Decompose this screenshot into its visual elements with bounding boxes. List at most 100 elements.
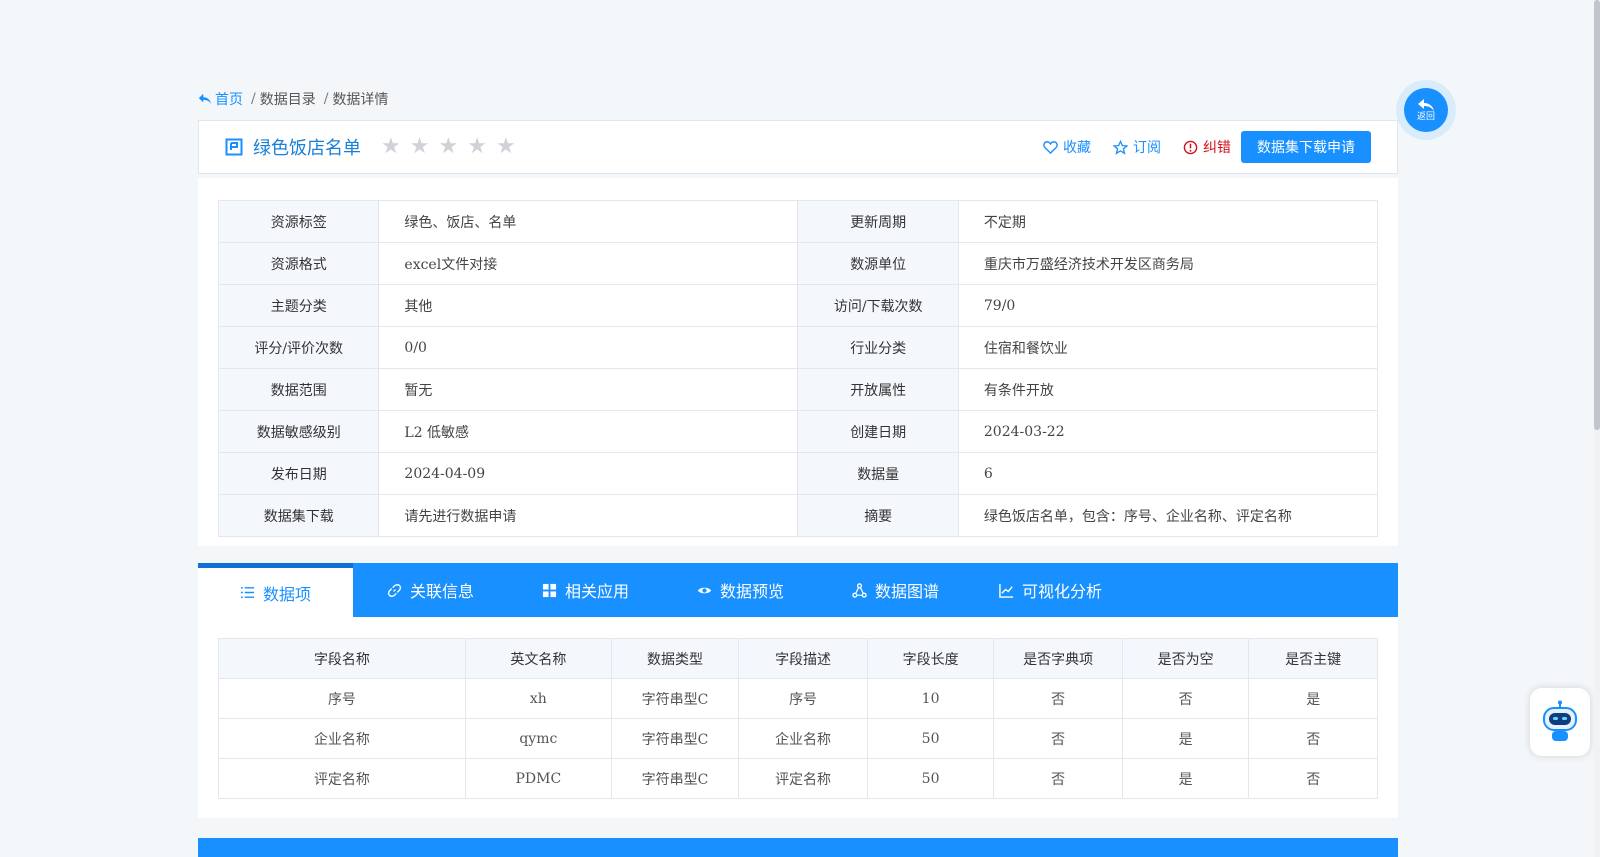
info-value: 其他	[378, 284, 799, 327]
grid-icon	[542, 583, 557, 597]
header-actions: 收藏 订阅 纠错 数据集下载申请	[1021, 131, 1371, 163]
tab-related-apps[interactable]: 相关应用	[508, 563, 663, 617]
eye-icon	[697, 587, 712, 593]
table-cell: 字符串型C	[610, 758, 740, 799]
info-row: 资源标签 绿色、饭店、名单 更新周期 不定期	[217, 200, 1379, 243]
star-outline-icon	[1113, 139, 1128, 155]
table-cell: 否	[993, 718, 1123, 759]
list-icon	[240, 587, 255, 598]
star-icon[interactable]: ★	[410, 136, 430, 158]
info-value: 0/0	[378, 326, 799, 369]
info-key: 创建日期	[797, 410, 959, 453]
info-value: 不定期	[957, 200, 1379, 243]
dataset-header: 绿色饭店名单 ★ ★ ★ ★ ★ 收藏 订阅 纠错 数据集下载申请	[198, 120, 1398, 174]
info-value: 有条件开放	[957, 368, 1379, 411]
info-row: 数据集下载 请先进行数据申请 摘要 绿色饭店名单，包含：序号、企业名称、评定名称	[217, 494, 1379, 537]
tab-label: 数据图谱	[874, 582, 939, 601]
tab-data-items[interactable]: 数据项	[198, 563, 353, 617]
subscribe-button[interactable]: 订阅	[1113, 137, 1161, 157]
table-cell: 是	[1121, 718, 1250, 759]
table-cell: 企业名称	[218, 718, 466, 759]
star-icon[interactable]: ★	[438, 136, 458, 158]
graph-icon	[852, 582, 867, 598]
info-value: excel文件对接	[378, 242, 799, 285]
assistant-robot-button[interactable]	[1530, 688, 1590, 756]
rating-stars[interactable]: ★ ★ ★ ★ ★	[381, 136, 516, 158]
info-row: 发布日期 2024-04-09 数据量 6	[217, 452, 1379, 495]
table-cell: 否	[1248, 718, 1378, 759]
tab-related-info[interactable]: 关联信息	[353, 563, 508, 617]
info-value: 绿色饭店名单，包含：序号、企业名称、评定名称	[957, 494, 1379, 537]
tab-label: 数据预览	[719, 582, 784, 601]
info-key: 数源单位	[797, 242, 959, 285]
table-cell: 50	[866, 758, 995, 799]
column-header: 数据类型	[610, 638, 740, 679]
table-cell: 企业名称	[738, 718, 868, 759]
info-table: 资源标签 绿色、饭店、名单 更新周期 不定期 资源格式 excel文件对接 数源单位 重庆市万…	[217, 200, 1379, 537]
page-scrollbar[interactable]	[1594, 0, 1600, 857]
table-cell: 50	[866, 718, 995, 759]
back-button-inner[interactable]: 返回	[1404, 88, 1448, 132]
info-row: 数据敏感级别 L2 低敏感 创建日期 2024-03-22	[217, 410, 1379, 453]
info-value: L2 低敏感	[378, 410, 799, 453]
info-key: 数据敏感级别	[217, 410, 380, 453]
link-icon	[387, 583, 402, 597]
robot-icon	[1543, 700, 1577, 741]
info-key: 更新周期	[797, 200, 959, 243]
dataset-title: 绿色饭店名单	[253, 138, 361, 159]
info-key: 数据量	[797, 452, 959, 495]
tab-data-graph[interactable]: 数据图谱	[818, 563, 973, 617]
alert-circle-icon	[1183, 140, 1198, 154]
info-value: 绿色、饭店、名单	[378, 200, 799, 243]
breadcrumb-current: 数据详情	[332, 92, 389, 108]
table-row: 评定名称 PDMC 字符串型C 评定名称 50 否是否	[218, 758, 1378, 799]
tab-data-preview[interactable]: 数据预览	[663, 563, 818, 617]
info-value: 2024-03-22	[957, 410, 1379, 453]
info-value: 住宿和餐饮业	[957, 326, 1379, 369]
return-icon	[1418, 99, 1434, 111]
info-key: 摘要	[797, 494, 959, 537]
table-cell: 10	[866, 678, 995, 719]
info-key: 访问/下载次数	[797, 284, 959, 327]
breadcrumb-home[interactable]: 首页	[198, 89, 243, 109]
breadcrumb: 首页 / 数据目录 / 数据详情	[198, 88, 388, 110]
info-value: 请先进行数据申请	[378, 494, 799, 537]
table-cell: 序号	[218, 678, 466, 719]
table-cell: qymc	[464, 718, 612, 759]
fields-table: 字段名称 英文名称 数据类型 字段描述 字段长度 是否字典项 是否为空 是否主键 序号 xh 字符…	[218, 638, 1378, 799]
table-cell: 字符串型C	[610, 718, 740, 759]
table-row: 序号 xh 字符串型C 序号 10 否否是	[218, 678, 1378, 719]
info-value: 重庆市万盛经济技术开发区商务局	[957, 242, 1379, 285]
column-header: 字段名称	[218, 638, 466, 679]
tab-label: 相关应用	[564, 582, 629, 601]
return-icon	[198, 93, 212, 105]
error-report-button[interactable]: 纠错	[1183, 137, 1231, 157]
star-icon[interactable]: ★	[381, 136, 401, 158]
subscribe-label: 订阅	[1133, 140, 1161, 156]
scrollbar-thumb[interactable]	[1594, 0, 1600, 430]
info-key: 数据集下载	[217, 494, 380, 537]
download-apply-button[interactable]: 数据集下载申请	[1241, 131, 1371, 163]
back-label: 返回	[1416, 112, 1435, 122]
favorite-label: 收藏	[1063, 140, 1091, 156]
column-header: 字段描述	[738, 638, 868, 679]
tab-label: 可视化分析	[1021, 582, 1102, 601]
info-section: 资源标签 绿色、饭店、名单 更新周期 不定期 资源格式 excel文件对接 数源单位 重庆市万…	[198, 178, 1398, 546]
heart-icon	[1043, 140, 1058, 154]
table-cell: 评定名称	[218, 758, 466, 799]
back-button[interactable]: 返回	[1396, 80, 1456, 140]
tab-visual-analysis[interactable]: 可视化分析	[973, 563, 1128, 617]
info-value: 2024-04-09	[378, 452, 799, 495]
table-cell: 是	[1121, 758, 1250, 799]
tab-label: 数据项	[262, 584, 311, 604]
breadcrumb-separator: /	[323, 91, 329, 107]
favorite-button[interactable]: 收藏	[1043, 137, 1091, 157]
table-cell: 否	[1121, 678, 1250, 719]
dataset-icon	[225, 138, 243, 156]
breadcrumb-data-catalog[interactable]: 数据目录	[260, 89, 316, 109]
column-header: 是否主键	[1248, 638, 1378, 679]
info-key: 评分/评价次数	[217, 326, 380, 369]
info-key: 数据范围	[217, 368, 380, 411]
star-icon[interactable]: ★	[496, 136, 516, 158]
star-icon[interactable]: ★	[467, 136, 487, 158]
